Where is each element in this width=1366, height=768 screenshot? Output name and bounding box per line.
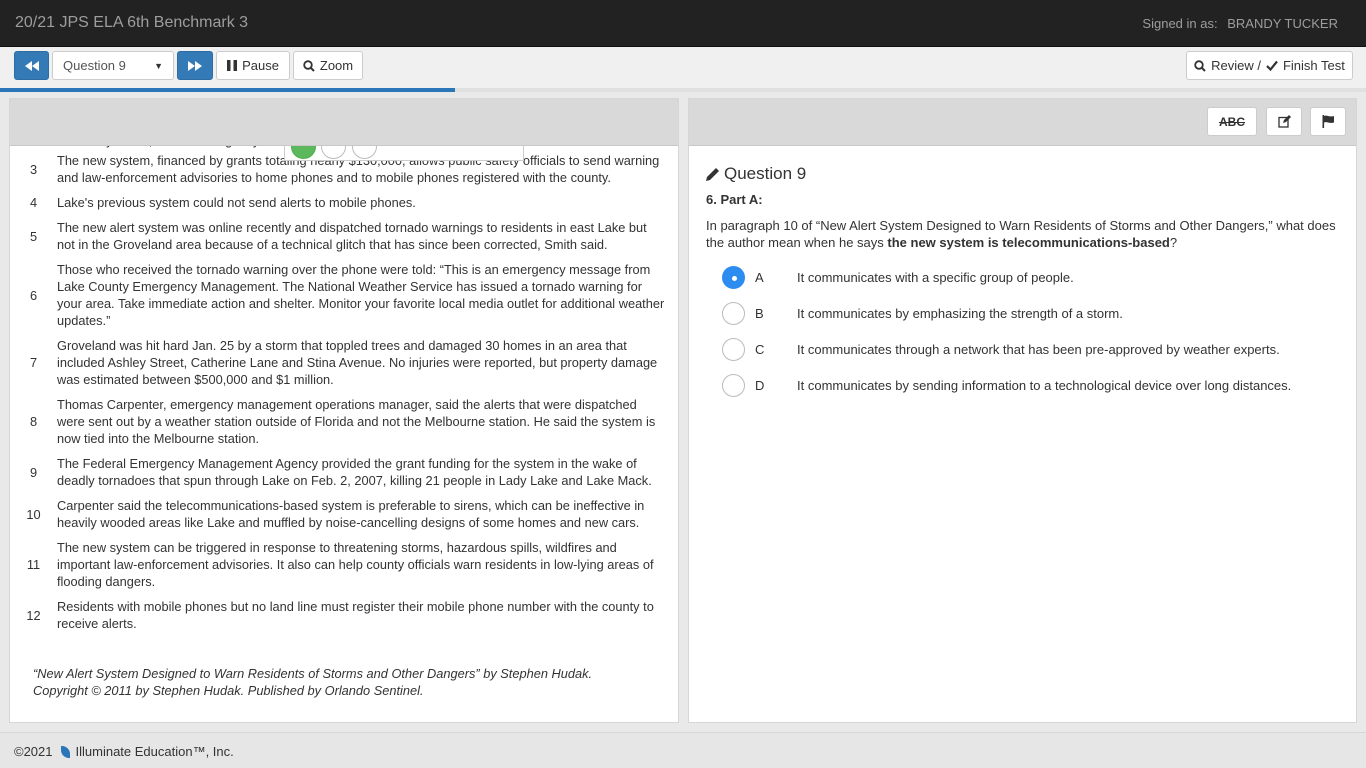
answer-radio[interactable]: [722, 337, 745, 361]
check-icon: [1266, 60, 1278, 71]
next-question-button[interactable]: [177, 51, 213, 80]
passage-paragraph: 7 Groveland was hit hard Jan. 25 by a sto…: [10, 337, 678, 388]
pause-icon: [227, 60, 238, 71]
search-icon: [1194, 59, 1206, 72]
passage-paragraph: 6 Those who received the tornado warning …: [10, 261, 678, 329]
paragraph-number: 4: [29, 195, 38, 210]
question-stem: In paragraph 10 of “New Alert System Des…: [706, 218, 1336, 250]
footer-copyright: ©2021 Illuminate Education™, Inc.: [14, 744, 234, 759]
paragraph-text: The new alert system was online recently…: [57, 220, 647, 252]
passage-paragraph: 5 The new alert system was online recentl…: [10, 219, 678, 253]
paragraph-number: 8: [29, 414, 38, 429]
strikethrough-tool-button[interactable]: ABC: [1207, 107, 1257, 136]
pencil-icon: [706, 168, 719, 181]
passage-panel: said Jerry Smith, Lake's emergency man..…: [9, 98, 679, 723]
paragraph-text: Residents with mobile phones but no land…: [57, 599, 654, 631]
paragraph-number: 10: [26, 506, 41, 522]
passage-paragraph: 12 Residents with mobile phones but no la…: [10, 598, 678, 632]
paragraph-number: 11: [26, 557, 41, 572]
signed-in-label: Signed in as:: [1142, 16, 1218, 31]
footer: ©2021 Illuminate Education™, Inc.: [0, 732, 1366, 768]
paragraph-number: 6: [29, 287, 38, 303]
zoom-label: Zoom: [319, 58, 354, 73]
answer-letter: C: [755, 341, 765, 357]
answer-option-d[interactable]: D It communicates by sending information …: [722, 373, 1322, 397]
highlight-tool-button[interactable]: [321, 146, 346, 159]
user-name: BRANDY TUCKER: [1227, 16, 1338, 31]
paragraph-number: 3: [29, 161, 38, 177]
question-part-label: 6. Part A:: [706, 192, 763, 207]
fast-forward-icon: [188, 60, 202, 71]
rewind-icon: [24, 60, 39, 71]
answer-letter: D: [755, 377, 765, 393]
highlight-tools-popup: [284, 146, 524, 161]
answer-radio[interactable]: [722, 265, 745, 289]
finish-label: Finish Test: [1282, 58, 1345, 73]
test-toolbar: Question 9 ▼ Pause Zoom Review / Finish …: [0, 47, 1366, 88]
paragraph-text: The Federal Emergency Management Agency …: [57, 456, 652, 488]
question-title: Question 9: [706, 164, 806, 184]
passage-paragraph: 9 The Federal Emergency Management Agency…: [10, 455, 678, 489]
pause-label: Pause: [242, 58, 279, 73]
answer-option-c[interactable]: C It communicates through a network that …: [722, 337, 1322, 361]
paragraph-number: 9: [29, 464, 38, 480]
passage-paragraph: 11 The new system can be triggered in res…: [10, 539, 678, 590]
review-label: Review /: [1211, 58, 1261, 73]
highlight-clear-button[interactable]: [352, 146, 377, 159]
signed-in-info: Signed in as: BRANDY TUCKER: [1142, 16, 1338, 31]
paragraph-number: 7: [29, 355, 38, 370]
paragraph-text: The new system can be triggered in respo…: [57, 540, 654, 589]
question-select[interactable]: Question 9 ▼: [52, 51, 174, 80]
review-finish-button[interactable]: Review / Finish Test: [1186, 51, 1353, 80]
progress-fill: [0, 88, 455, 92]
flag-question-button[interactable]: [1310, 107, 1346, 136]
passage-paragraph: 4 Lake's previous system could not send …: [10, 194, 678, 211]
answer-radio[interactable]: [722, 301, 745, 325]
pause-button[interactable]: Pause: [216, 51, 290, 80]
passage-citation: “New Alert System Designed to Warn Resid…: [33, 666, 593, 698]
edit-icon: [1277, 115, 1291, 128]
passage-text: said Jerry Smith, Lake's emergency man..…: [10, 132, 678, 640]
paragraph-text: Lake's previous system could not send al…: [57, 195, 416, 210]
paragraph-number: 5: [29, 228, 38, 244]
question-panel-header: ABC: [689, 99, 1356, 146]
abc-strikethrough-icon: ABC: [1219, 114, 1245, 129]
passage-paragraph: 10 Carpenter said the telecommunications-…: [10, 497, 678, 531]
paragraph-text: Those who received the tornado warning o…: [57, 262, 665, 328]
test-title: 20/21 JPS ELA 6th Benchmark 3: [15, 14, 249, 31]
passage-panel-header: [10, 99, 678, 146]
highlight-green-button[interactable]: [291, 146, 316, 159]
paragraph-text: Groveland was hit hard Jan. 25 by a stor…: [57, 338, 658, 387]
answer-letter: B: [755, 305, 764, 321]
question-select-value: Question 9: [63, 58, 126, 73]
search-icon: [303, 59, 315, 72]
notes-tool-button[interactable]: [1266, 107, 1302, 136]
paragraph-text: Thomas Carpenter, emergency management o…: [57, 397, 656, 446]
chevron-down-icon: ▼: [154, 60, 163, 71]
answer-letter: A: [755, 269, 764, 285]
answer-option-a[interactable]: A It communicates with a specific group o…: [722, 265, 1322, 289]
answer-text: It communicates through a network that h…: [797, 341, 1280, 357]
paragraph-number: 12: [26, 607, 41, 623]
paragraph-list: 3The new system, financed by grants tota…: [10, 152, 678, 632]
answer-text: It communicates by sending information t…: [797, 377, 1292, 393]
previous-question-button[interactable]: [14, 51, 49, 80]
answer-text: It communicates with a specific group of…: [797, 269, 1074, 285]
passage-paragraph: 8 Thomas Carpenter, emergency management …: [10, 396, 678, 447]
test-progress-bar: [0, 88, 1366, 92]
flag-icon: [1322, 115, 1334, 128]
paragraph-text: Carpenter said the telecommunications-ba…: [57, 498, 645, 530]
answer-text: It communicates by emphasizing the stren…: [797, 305, 1123, 321]
question-panel: ABC Question 9 6. Part A: In paragraph 1…: [688, 98, 1357, 723]
zoom-button[interactable]: Zoom: [293, 51, 363, 80]
top-navbar: 20/21 JPS ELA 6th Benchmark 3 Signed in …: [0, 0, 1366, 47]
illuminate-logo-icon: [60, 745, 70, 758]
answer-radio[interactable]: [722, 373, 745, 397]
answer-option-b[interactable]: B It communicates by emphasizing the stre…: [722, 301, 1322, 325]
